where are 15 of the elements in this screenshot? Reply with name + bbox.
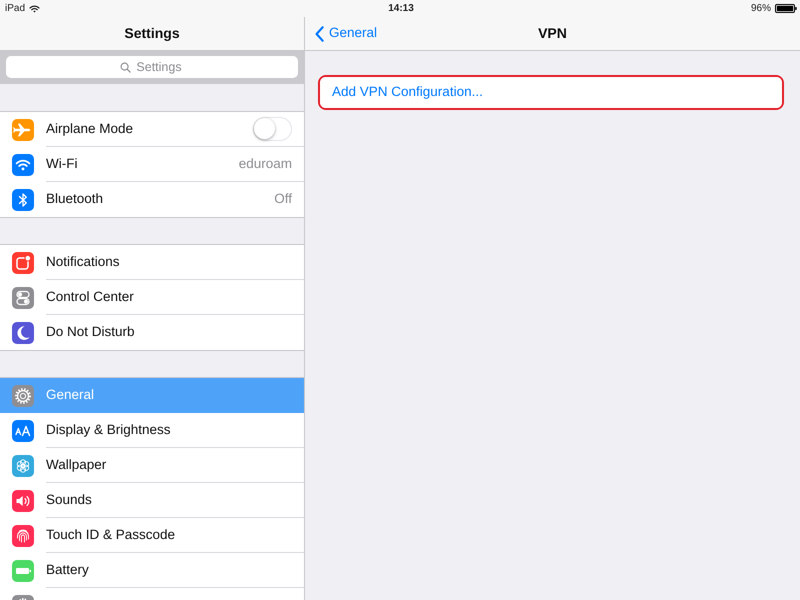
sidebar-title: Settings xyxy=(124,24,180,43)
list-item[interactable]: Add VPN Configuration... xyxy=(320,77,782,108)
chevron-left-icon xyxy=(315,26,324,42)
wifi-signal-icon xyxy=(29,4,40,12)
toggle-switch[interactable] xyxy=(253,117,292,141)
page-title: VPN xyxy=(538,24,567,43)
battery-status-icon xyxy=(775,4,798,13)
back-button[interactable]: General xyxy=(305,23,378,44)
search-field[interactable]: Settings xyxy=(6,56,298,78)
battery-percentage: 96% xyxy=(751,2,772,16)
device-name: iPad xyxy=(5,2,26,16)
detail-value: eduroam xyxy=(238,154,292,173)
clock-time: 14:13 xyxy=(388,3,414,14)
search-icon xyxy=(120,62,132,73)
detail-value: Off xyxy=(274,190,292,208)
